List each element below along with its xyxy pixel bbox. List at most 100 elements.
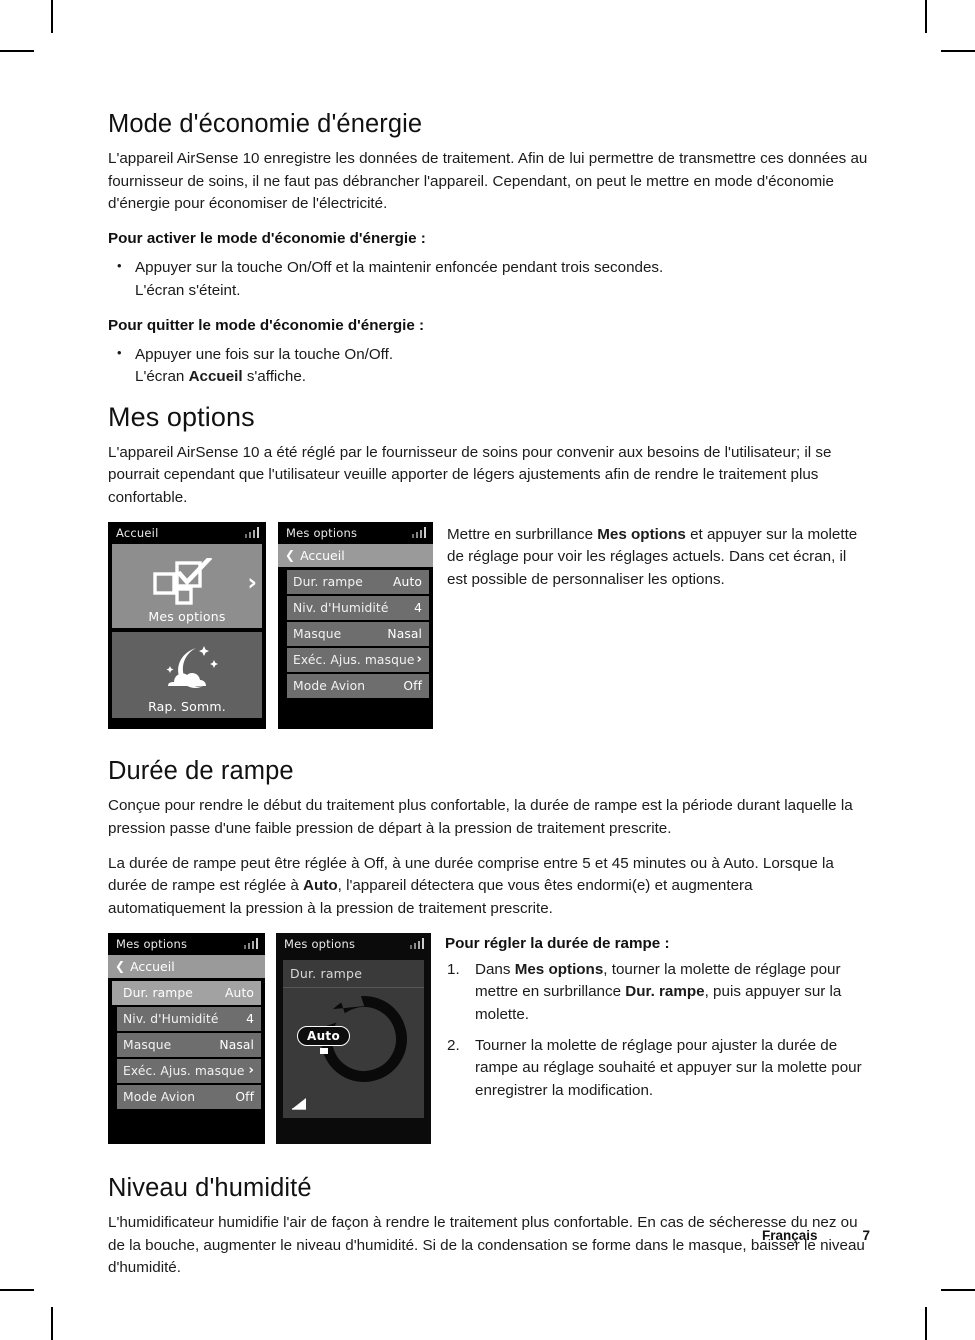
chevron-right-icon: ›: [247, 569, 257, 596]
heading-duree-de-rampe: Durée de rampe: [108, 756, 294, 785]
chevron-left-icon: ❮: [285, 548, 296, 563]
menu-row-mode-avion[interactable]: Mode Avion Off: [117, 1084, 261, 1109]
row-value: 4: [246, 1011, 254, 1026]
ramp-dial-card: Dur. rampe Auto: [283, 959, 424, 1118]
figure-mes-options: Accueil › Mes options Rap. Somm. Mes opt…: [108, 521, 870, 729]
heading-mes-options: Mes options: [108, 401, 255, 432]
list-item: Appuyer sur la touche On/Off et la maint…: [108, 256, 870, 302]
bullet-main-text: Appuyer sur la touche On/Off et la maint…: [135, 259, 664, 277]
lead-ramp-steps: Pour régler la durée de rampe :: [445, 934, 670, 952]
screenshot-group: Accueil › Mes options Rap. Somm. Mes opt…: [108, 521, 433, 729]
list-item: Tourner la molette de réglage pour ajust…: [447, 1035, 862, 1099]
menu-row-exec-ajus-masque[interactable]: Exéc. Ajus. masque ›: [287, 647, 429, 672]
list-item: Appuyer une fois sur la touche On/Off. L…: [108, 343, 870, 389]
bullet-sub-text: L'écran s'éteint.: [135, 281, 241, 299]
row-label: Exéc. Ajus. masque: [293, 652, 415, 667]
device-screen-mes-options-highlighted: Mes options ❮ Accueil Dur. rampe Auto Ni…: [108, 932, 265, 1144]
document-body: Mode d'économie d'énergie L'appareil Air…: [108, 110, 870, 1292]
device-screen-mes-options: Mes options ❮ Accueil Dur. rampe Auto Ni…: [278, 521, 433, 729]
list-quit-steps: Appuyer une fois sur la touche On/Off. L…: [108, 343, 870, 389]
text-bold: Mes options: [597, 525, 686, 543]
screen-title: Mes options: [284, 936, 356, 951]
menu-row-exec-ajus-masque[interactable]: Exéc. Ajus. masque ›: [117, 1058, 261, 1083]
screen-title: Mes options: [286, 525, 358, 540]
tile-mes-options[interactable]: › Mes options: [112, 543, 262, 628]
caption-mes-options: Mettre en surbrillance Mes options et ap…: [447, 522, 870, 591]
status-bar: Accueil: [108, 522, 266, 544]
row-value: Auto: [225, 985, 254, 1000]
crop-mark-top-left-vertical: [51, 0, 53, 33]
menu-row-masque[interactable]: Masque Nasal: [117, 1032, 261, 1057]
footer-page-number: 7: [862, 1228, 870, 1243]
text-bold: Accueil: [188, 368, 243, 386]
list-item: Dans Mes options, tourner la molette de …: [445, 959, 870, 1026]
menu-row-mode-avion[interactable]: Mode Avion Off: [287, 673, 429, 698]
dial-indicator: [320, 1047, 328, 1054]
menu-row-masque[interactable]: Masque Nasal: [287, 621, 429, 646]
tile-rap-somm[interactable]: Rap. Somm.: [112, 631, 262, 718]
text-pre: Dans: [475, 960, 515, 978]
screen-title: Mes options: [116, 936, 188, 951]
row-label: Masque: [293, 626, 342, 641]
paragraph-humidity: L'humidificateur humidifie l'air de faço…: [108, 1214, 865, 1276]
status-bar: Mes options: [278, 522, 433, 544]
row-label: Exéc. Ajus. masque: [123, 1063, 245, 1078]
text-bold: Auto: [303, 877, 338, 895]
text-pre: Mettre en surbrillance: [447, 525, 598, 543]
text-pre: L'écran: [135, 368, 189, 386]
paragraph-mes-options: L'appareil AirSense 10 a été réglé par l…: [108, 443, 832, 506]
dial-field-label: Dur. rampe: [283, 960, 424, 988]
menu-rows: Dur. rampe Auto Niv. d'Humidité 4 Masque…: [108, 980, 265, 1109]
row-value: Off: [403, 678, 422, 693]
screen-title: Accueil: [116, 525, 159, 540]
row-label: Niv. d'Humidité: [123, 1011, 219, 1026]
status-bar: Mes options: [108, 933, 265, 955]
footer-language: Français: [761, 1228, 818, 1243]
screenshot-group: Mes options ❮ Accueil Dur. rampe Auto Ni…: [108, 932, 431, 1144]
menu-row-niv-humidite[interactable]: Niv. d'Humidité 4: [287, 595, 429, 620]
moon-cloud-icon: [166, 645, 218, 688]
signal-bars-icon: [411, 527, 426, 539]
paragraph-ramp-1: Conçue pour rendre le début du traitemen…: [108, 797, 853, 837]
crop-mark-top-right-horizontal: [941, 50, 975, 52]
menu-row-niv-humidite[interactable]: Niv. d'Humidité 4: [117, 1006, 261, 1031]
bullet-main-text: Appuyer une fois sur la touche On/Off.: [135, 346, 394, 364]
chevron-right-icon: ›: [416, 652, 422, 668]
menu-back-accueil[interactable]: ❮ Accueil: [108, 954, 265, 978]
ramp-up-icon: [292, 1097, 306, 1110]
menu-back-label: Accueil: [130, 958, 175, 974]
menu-row-dur-rampe-selected[interactable]: Dur. rampe Auto: [112, 980, 261, 1005]
row-value: Nasal: [219, 1037, 254, 1052]
row-label: Mode Avion: [293, 678, 366, 693]
lead-quit-energy-saving: Pour quitter le mode d'économie d'énergi…: [108, 317, 425, 335]
tile-label: Rap. Somm.: [148, 698, 226, 714]
crop-mark-bottom-left-vertical: [51, 1307, 53, 1340]
paragraph-energy-saving-mode: L'appareil AirSense 10 enregistre les do…: [108, 150, 868, 212]
row-label: Dur. rampe: [293, 574, 363, 589]
text-bold: Dur. rampe: [625, 983, 705, 1001]
tile-label: Mes options: [148, 608, 226, 624]
menu-rows: Dur. rampe Auto Niv. d'Humidité 4 Masque…: [278, 569, 433, 698]
caption-ramp-steps: Pour régler la durée de rampe : Dans Mes…: [445, 933, 870, 1111]
menu-back-label: Accueil: [300, 547, 345, 563]
list-activate-steps: Appuyer sur la touche On/Off et la maint…: [108, 256, 870, 302]
device-screen-ramp-dial: Mes options Dur. rampe Auto: [276, 932, 431, 1144]
crop-mark-top-left-horizontal: [0, 50, 34, 52]
menu-back-accueil[interactable]: ❮ Accueil: [278, 543, 433, 567]
heading-energy-saving-mode: Mode d'économie d'énergie: [108, 110, 423, 138]
row-value: Nasal: [387, 626, 422, 641]
row-value: Auto: [393, 574, 422, 589]
text-bold: Mes options: [514, 960, 604, 978]
status-bar: Mes options: [276, 933, 431, 955]
chevron-left-icon: ❮: [115, 959, 126, 974]
dial-value-pill[interactable]: Auto: [297, 1025, 351, 1046]
menu-row-dur-rampe[interactable]: Dur. rampe Auto: [287, 569, 429, 594]
row-label: Mode Avion: [123, 1089, 196, 1104]
page-footer: Français 7: [108, 1228, 870, 1243]
lead-activate-energy-saving: Pour activer le mode d'économie d'énergi…: [108, 230, 426, 248]
crop-mark-bottom-left-horizontal: [0, 1289, 34, 1291]
crop-mark-bottom-right-vertical: [925, 1307, 927, 1340]
row-label: Dur. rampe: [123, 985, 193, 1000]
figure-duree-de-rampe: Mes options ❮ Accueil Dur. rampe Auto Ni…: [108, 932, 870, 1144]
device-screen-accueil: Accueil › Mes options Rap. Somm.: [108, 521, 266, 729]
